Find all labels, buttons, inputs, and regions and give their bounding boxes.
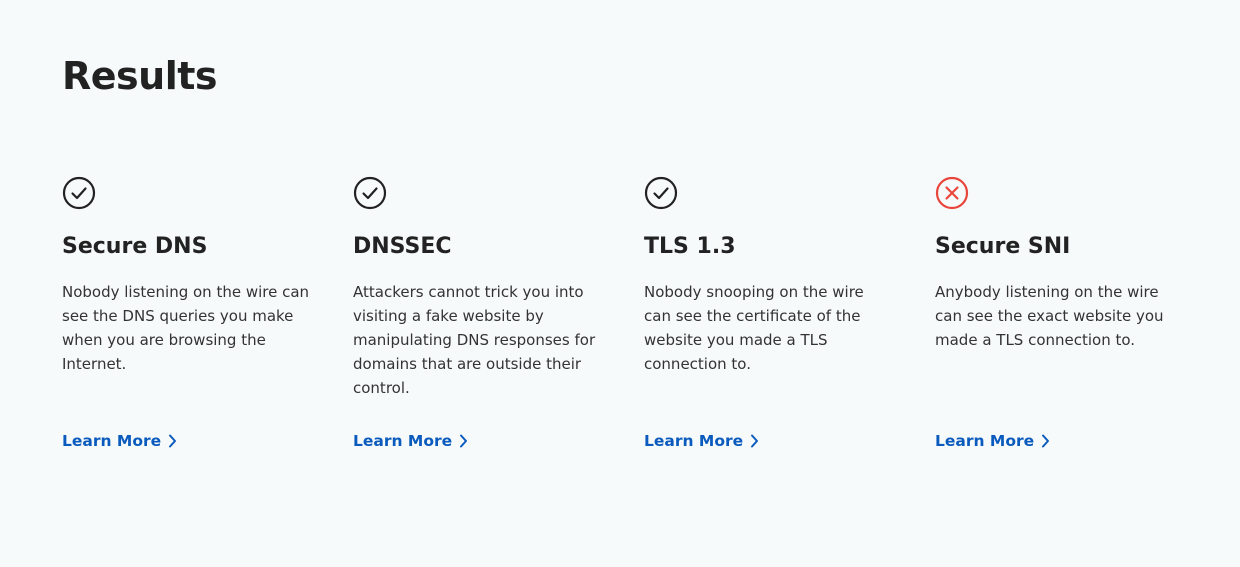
card-title: Secure DNS xyxy=(62,234,208,259)
chevron-right-icon xyxy=(169,434,177,448)
learn-more-label: Learn More xyxy=(644,432,744,450)
chevron-right-icon xyxy=(1042,434,1050,448)
result-card-secure-dns: Secure DNS Nobody listening on the wire … xyxy=(62,174,312,464)
card-description: Anybody listening on the wire can see th… xyxy=(935,283,1164,349)
results-page: Results Secure DNS Nobody listening on t… xyxy=(0,0,1240,567)
check-circle-icon xyxy=(353,176,387,210)
page-title: Results xyxy=(62,54,218,98)
learn-more-link-tls-13[interactable]: Learn More xyxy=(644,432,759,450)
card-title: DNSSEC xyxy=(353,234,452,259)
learn-more-label: Learn More xyxy=(62,432,162,450)
chevron-right-icon xyxy=(751,434,759,448)
card-description: Nobody snooping on the wire can see the … xyxy=(644,283,864,373)
card-description: Nobody listening on the wire can see the… xyxy=(62,283,310,373)
result-card-secure-sni: Secure SNI Anybody listening on the wire… xyxy=(935,174,1185,464)
card-title: TLS 1.3 xyxy=(644,234,736,259)
result-card-tls-13: TLS 1.3 Nobody snooping on the wire can … xyxy=(644,174,894,464)
learn-more-link-secure-dns[interactable]: Learn More xyxy=(62,432,177,450)
result-card-dnssec: DNSSEC Attackers cannot trick you into v… xyxy=(353,174,603,464)
check-circle-icon xyxy=(62,176,96,210)
learn-more-link-secure-sni[interactable]: Learn More xyxy=(935,432,1050,450)
learn-more-label: Learn More xyxy=(935,432,1035,450)
card-title: Secure SNI xyxy=(935,234,1071,259)
x-circle-icon xyxy=(935,176,969,210)
card-description: Attackers cannot trick you into visiting… xyxy=(353,283,596,397)
check-circle-icon xyxy=(644,176,678,210)
chevron-right-icon xyxy=(460,434,468,448)
learn-more-label: Learn More xyxy=(353,432,453,450)
learn-more-link-dnssec[interactable]: Learn More xyxy=(353,432,468,450)
